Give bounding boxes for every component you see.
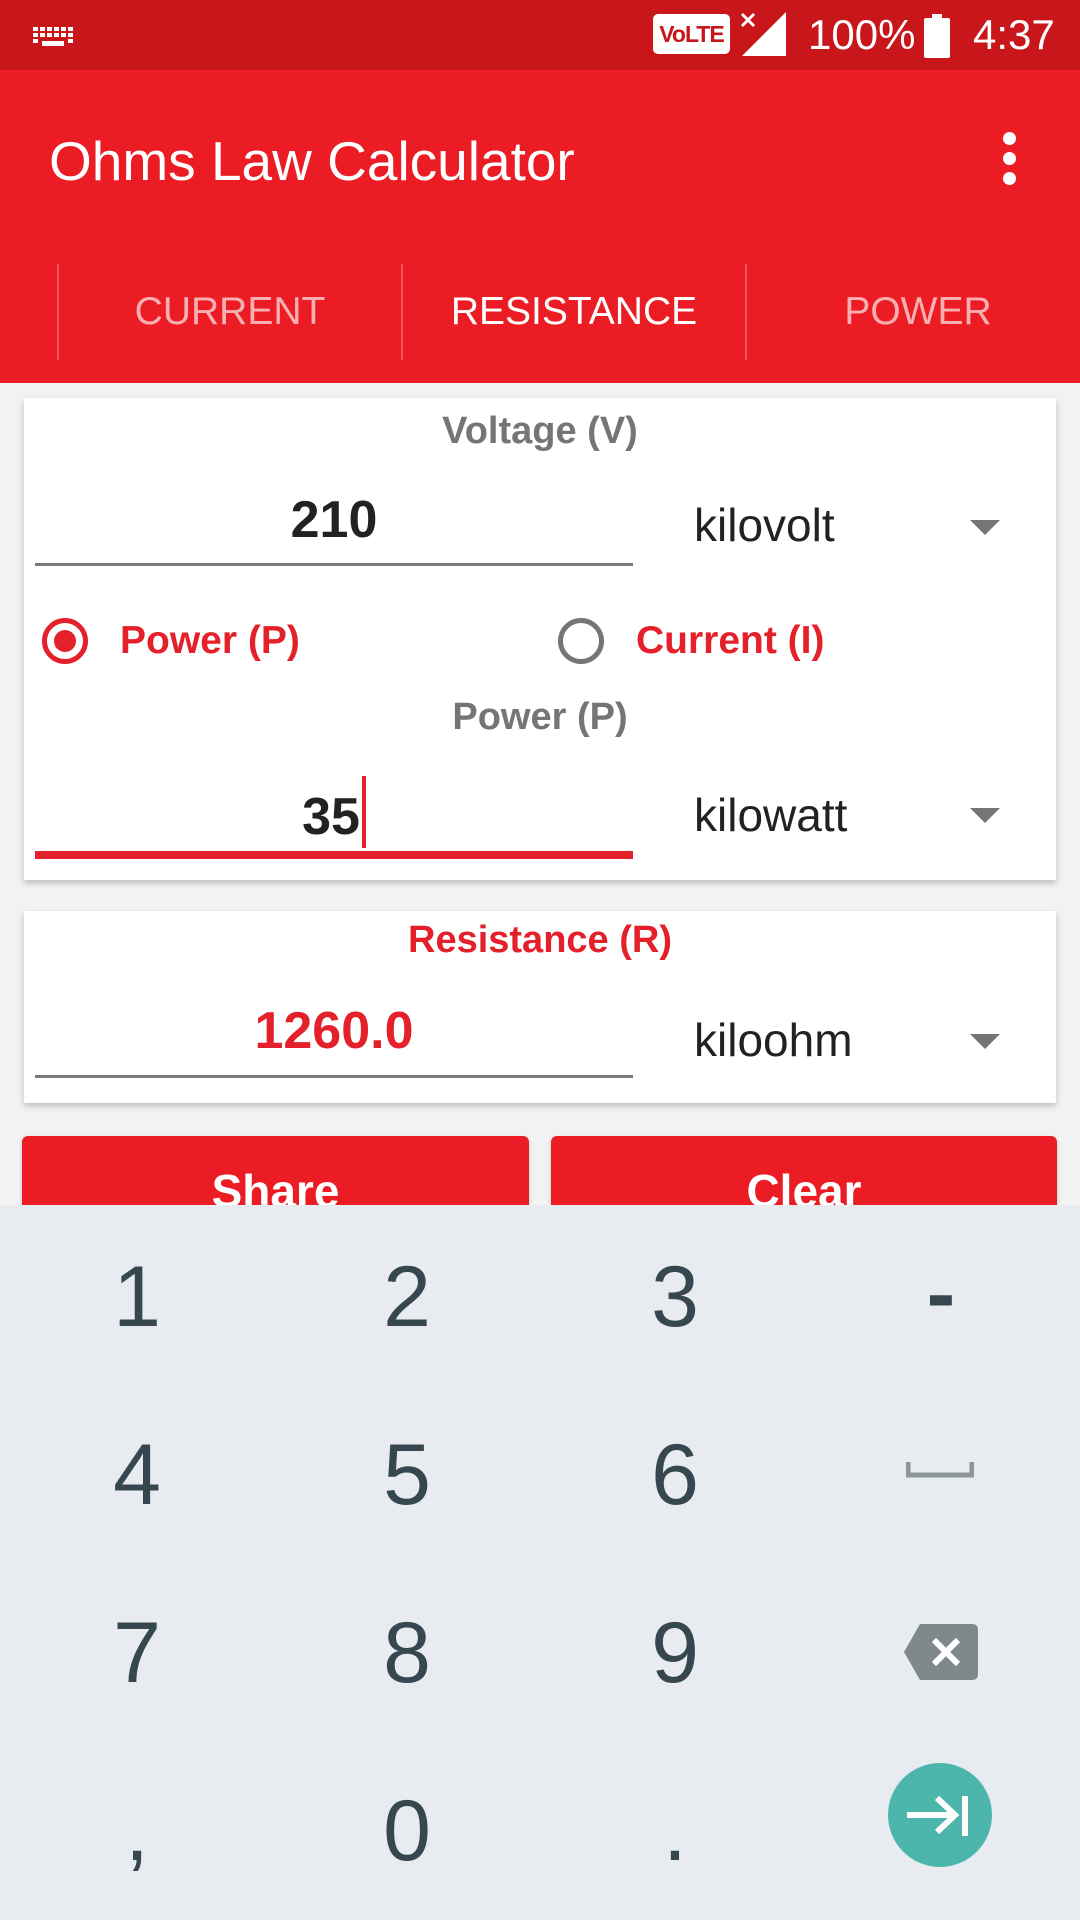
result-card: Resistance (R) 1260.0 kiloohm — [24, 911, 1056, 1103]
power-input-value: 35 — [302, 788, 360, 846]
tab-next-icon — [888, 1763, 992, 1867]
inputs-card: Voltage (V) 210 kilovolt Power (P) Curre… — [24, 398, 1056, 880]
key-5[interactable]: 5 — [272, 1386, 542, 1564]
power-unit-value: kilowatt — [694, 789, 848, 841]
space-bar-icon — [906, 1462, 974, 1478]
key-4[interactable]: 4 — [2, 1386, 272, 1564]
current-radio[interactable] — [558, 618, 604, 664]
key-0[interactable]: 0 — [272, 1742, 542, 1920]
power-radio-label[interactable]: Power (P) — [120, 619, 300, 663]
status-bar: VoLTE 100% 4:37 — [0, 0, 1080, 70]
power-input[interactable]: 35 — [35, 776, 633, 848]
text-cursor — [361, 776, 366, 848]
signal-no-service-icon — [740, 12, 786, 56]
voltage-unit-value: kilovolt — [694, 499, 835, 551]
resistance-unit-dropdown[interactable]: kiloohm — [694, 1013, 994, 1067]
tab-current[interactable]: CURRENT — [58, 264, 402, 360]
key-6[interactable]: 6 — [540, 1386, 810, 1564]
key-8[interactable]: 8 — [272, 1564, 542, 1742]
resistance-output: 1260.0 — [254, 1002, 414, 1060]
resistance-output-underline — [35, 1075, 633, 1078]
power-label: Power (P) — [452, 696, 628, 738]
current-radio-label[interactable]: Current (I) — [636, 619, 825, 663]
battery-full-icon — [924, 14, 950, 58]
key-7[interactable]: 7 — [2, 1564, 272, 1742]
key-9[interactable]: 9 — [540, 1564, 810, 1742]
overflow-menu-icon[interactable] — [997, 132, 1021, 188]
dropdown-arrow-icon[interactable] — [970, 1034, 1000, 1049]
clock: 4:37 — [973, 11, 1055, 58]
key-backspace[interactable] — [806, 1564, 1076, 1742]
app-title: Ohms Law Calculator — [49, 130, 575, 192]
key-1[interactable]: 1 — [2, 1208, 272, 1386]
key-comma[interactable]: , — [2, 1742, 272, 1920]
key-2[interactable]: 2 — [272, 1208, 542, 1386]
backspace-icon — [904, 1624, 978, 1680]
key-3[interactable]: 3 — [540, 1208, 810, 1386]
dropdown-arrow-icon[interactable] — [970, 808, 1000, 823]
key-space[interactable] — [806, 1386, 1076, 1564]
voltage-label: Voltage (V) — [442, 410, 638, 452]
power-input-underline — [35, 851, 633, 859]
volte-icon: VoLTE — [653, 14, 730, 54]
numeric-keyboard: 1 2 3 - 4 5 6 7 8 9 , 0 . — [0, 1205, 1080, 1920]
voltage-unit-dropdown[interactable]: kilovolt — [694, 498, 994, 552]
key-period[interactable]: . — [540, 1742, 810, 1920]
resistance-label: Resistance (R) — [408, 919, 672, 961]
voltage-input-underline — [35, 563, 633, 566]
voltage-input[interactable]: 210 — [35, 490, 633, 550]
power-radio[interactable] — [42, 618, 88, 664]
tab-resistance[interactable]: RESISTANCE — [402, 264, 746, 360]
dropdown-arrow-icon[interactable] — [970, 520, 1000, 535]
keyboard-icon — [33, 27, 73, 46]
key-tab[interactable] — [806, 1742, 1076, 1920]
resistance-unit-value: kiloohm — [694, 1014, 853, 1066]
key-minus[interactable]: - — [806, 1205, 1076, 1383]
power-unit-dropdown[interactable]: kilowatt — [694, 788, 994, 842]
app-bar: Ohms Law Calculator CURRENT RESISTANCE P… — [0, 70, 1080, 383]
battery-percent: 100% — [808, 11, 916, 58]
tab-power[interactable]: POWER — [746, 264, 1080, 360]
